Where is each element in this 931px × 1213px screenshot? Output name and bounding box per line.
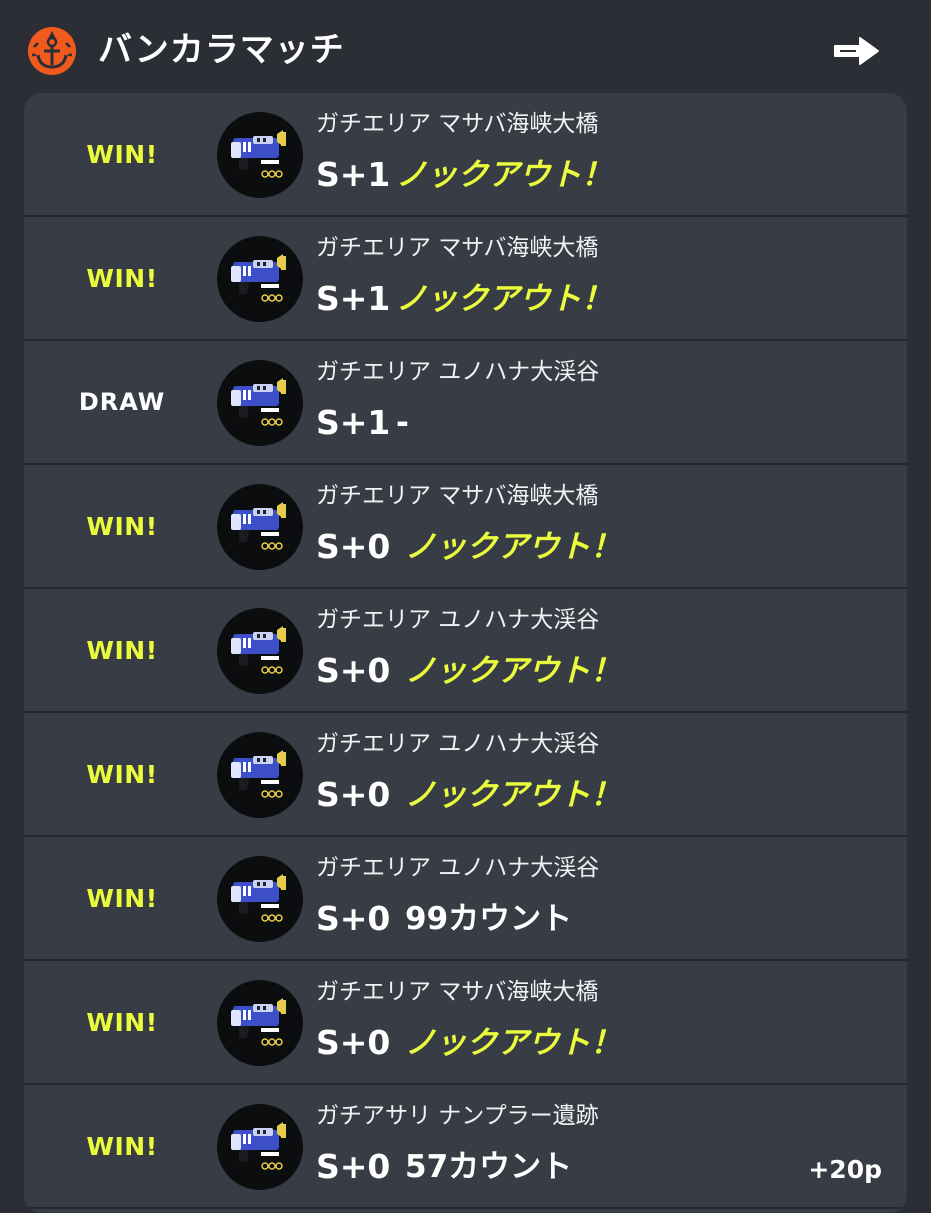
rank-label: S+0 bbox=[316, 1023, 391, 1062]
stage-name: ガチエリア マサバ海峡大橋 bbox=[316, 483, 599, 509]
points-label: +20p bbox=[808, 1155, 882, 1184]
battle-list: WIN! ガチエリア マサバ海峡大橋 S+1 ノックアウト！ WIN! ガチエリ… bbox=[24, 93, 907, 1213]
stage-name: ガチエリア マサバ海峡大橋 bbox=[316, 235, 599, 261]
result-label: WIN! bbox=[86, 1007, 158, 1037]
battle-row[interactable]: WIN! ガチエリア ユノハナ大渓谷 S+0 ノックアウト！ bbox=[24, 713, 907, 837]
rank-label: S+1 bbox=[316, 403, 391, 442]
blaster-weapon-icon bbox=[217, 112, 303, 198]
result-label: WIN! bbox=[86, 139, 158, 169]
rank-label: S+0 bbox=[316, 899, 391, 938]
header: バンカラマッチ bbox=[0, 0, 931, 95]
battle-row[interactable]: WIN! ガチエリア ユノハナ大渓谷 S+0 99カウント bbox=[24, 837, 907, 961]
score-label: ノックアウト！ bbox=[405, 529, 622, 565]
battle-row[interactable]: WIN! ガチエリア マサバ海峡大橋 S+1 ノックアウト！ bbox=[24, 217, 907, 341]
stage-name: ガチエリア ユノハナ大渓谷 bbox=[316, 359, 600, 385]
blaster-weapon-icon bbox=[217, 1104, 303, 1190]
blaster-weapon-icon bbox=[217, 980, 303, 1066]
rank-label: S+1 bbox=[316, 279, 391, 318]
result-label: WIN! bbox=[86, 635, 158, 665]
anchor-emblem-icon bbox=[28, 27, 76, 75]
stage-name: ガチアサリ ナンプラー遺跡 bbox=[316, 1103, 599, 1129]
blaster-weapon-icon bbox=[217, 484, 303, 570]
score-label: ノックアウト！ bbox=[396, 281, 613, 317]
stage-name: ガチエリア マサバ海峡大橋 bbox=[316, 111, 599, 137]
stage-name: ガチエリア ユノハナ大渓谷 bbox=[316, 731, 600, 757]
blaster-weapon-icon bbox=[217, 360, 303, 446]
battle-row[interactable]: WIN! ガチアサリ ナンプラー遺跡 S+0 57カウント +20p bbox=[24, 1085, 907, 1209]
battle-row[interactable]: WIN! ガチエリア マサバ海峡大橋 S+0 ノックアウト！ bbox=[24, 465, 907, 589]
result-label: WIN! bbox=[86, 883, 158, 913]
battle-row[interactable]: DRAW ガチエリア ユノハナ大渓谷 S+1 - bbox=[24, 341, 907, 465]
rank-label: S+1 bbox=[316, 155, 391, 194]
result-label: WIN! bbox=[86, 511, 158, 541]
page-title: バンカラマッチ bbox=[98, 30, 345, 70]
blaster-weapon-icon bbox=[217, 236, 303, 322]
blaster-weapon-icon bbox=[217, 856, 303, 942]
result-label: WIN! bbox=[86, 263, 158, 293]
blaster-weapon-icon bbox=[217, 608, 303, 694]
score-label: ノックアウト！ bbox=[405, 653, 622, 689]
stage-name: ガチエリア ユノハナ大渓谷 bbox=[316, 607, 600, 633]
rank-label: S+0 bbox=[316, 1147, 391, 1186]
score-label: 57カウント bbox=[405, 1149, 573, 1185]
result-label: DRAW bbox=[78, 388, 166, 416]
blaster-weapon-icon bbox=[217, 732, 303, 818]
battle-row[interactable]: WIN! ガチエリア マサバ海峡大橋 S+0 ノックアウト！ bbox=[24, 961, 907, 1085]
result-label: WIN! bbox=[86, 1131, 158, 1161]
result-label: WIN! bbox=[86, 759, 158, 789]
score-label: ノックアウト！ bbox=[396, 157, 613, 193]
stage-name: ガチエリア マサバ海峡大橋 bbox=[316, 979, 599, 1005]
score-label: - bbox=[396, 405, 409, 441]
rank-label: S+0 bbox=[316, 651, 391, 690]
battle-row[interactable]: WIN! ガチエリア マサバ海峡大橋 S+1 ノックアウト！ bbox=[24, 93, 907, 217]
score-label: ノックアウト！ bbox=[405, 777, 622, 813]
score-label: 99カウント bbox=[405, 901, 573, 937]
rank-label: S+0 bbox=[316, 527, 391, 566]
battle-row[interactable]: WIN! ガチエリア ユノハナ大渓谷 S+0 ノックアウト！ bbox=[24, 589, 907, 713]
rank-label: S+0 bbox=[316, 775, 391, 814]
arrow-right-icon[interactable] bbox=[832, 34, 882, 68]
score-label: ノックアウト！ bbox=[405, 1025, 622, 1061]
stage-name: ガチエリア ユノハナ大渓谷 bbox=[316, 855, 600, 881]
